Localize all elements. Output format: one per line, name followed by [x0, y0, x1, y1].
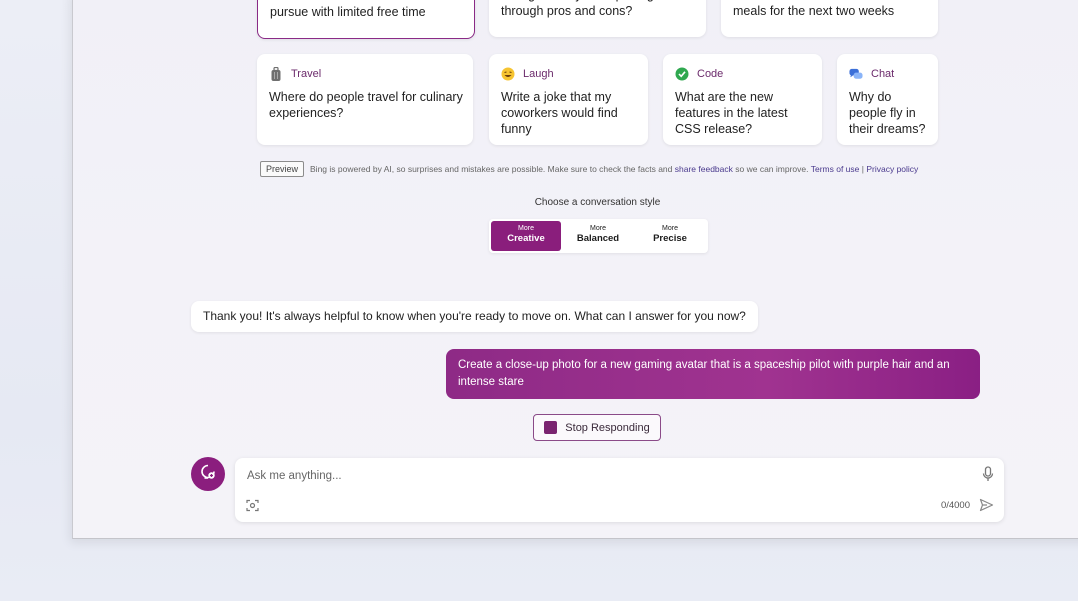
suggestion-category: Code [697, 68, 724, 80]
stop-responding-button[interactable]: Stop Responding [533, 414, 661, 441]
style-option-small: More [662, 225, 678, 232]
suggestion-card-top-2[interactable]: change. Can you help me go through pros … [489, 0, 706, 37]
suggestion-text: meals for the next two weeks [733, 4, 895, 18]
bot-message: Thank you! It's always helpful to know w… [191, 301, 758, 332]
suggestion-card-code[interactable]: Code What are the new features in the la… [663, 54, 822, 145]
chat-input-box: 0/4000 [235, 458, 1004, 522]
suggestion-category: Laugh [523, 68, 554, 80]
suggestion-card-travel[interactable]: Travel Where do people travel for culina… [257, 54, 473, 145]
suggestion-card-laugh[interactable]: Laugh Write a joke that my coworkers wou… [489, 54, 648, 145]
style-option-balanced[interactable]: More Balanced [563, 221, 633, 251]
send-icon[interactable] [979, 498, 994, 517]
suggestion-text: Why do people fly in their dreams? [849, 90, 926, 136]
microphone-icon[interactable] [982, 466, 994, 487]
style-option-large: Precise [653, 233, 687, 244]
luggage-icon [269, 66, 283, 81]
style-option-large: Creative [507, 233, 545, 244]
suggestion-card-top-1[interactable]: pursue with limited free time [257, 0, 475, 39]
style-option-small: More [518, 225, 534, 232]
stop-icon [544, 421, 558, 434]
suggestion-card-top-3[interactable]: meals for the next two weeks [721, 0, 938, 37]
disclaimer-text-after: so we can improve. [735, 164, 809, 174]
user-message: Create a close-up photo for a new gaming… [446, 349, 980, 399]
style-option-creative[interactable]: More Creative [491, 221, 561, 251]
chat-bubbles-icon [849, 67, 863, 81]
suggestion-text: pursue with limited free time [270, 5, 426, 19]
suggestion-text: change. Can you help me go through pros … [501, 0, 661, 18]
character-counter: 0/4000 [940, 500, 970, 511]
stop-responding-label: Stop Responding [565, 421, 650, 434]
suggestion-card-chat[interactable]: Chat Why do people fly in their dreams? [837, 54, 938, 145]
checkmark-code-icon [675, 67, 689, 81]
conversation-style-label: Choose a conversation style [534, 197, 661, 208]
image-scan-icon[interactable] [246, 499, 259, 517]
link-separator: | [861, 164, 864, 174]
suggestion-category: Chat [871, 68, 895, 80]
suggestion-text: Write a joke that my coworkers would fin… [501, 90, 618, 136]
style-option-large: Balanced [576, 233, 620, 244]
share-feedback-link[interactable]: share feedback [675, 164, 733, 174]
suggestion-text: Where do people travel for culinary expe… [269, 90, 463, 120]
broom-chat-icon [199, 463, 217, 486]
new-topic-button[interactable] [191, 457, 225, 491]
ai-disclaimer: Preview Bing is powered by AI, so surpri… [260, 161, 918, 177]
preview-badge: Preview [260, 161, 305, 177]
style-option-precise[interactable]: More Precise [635, 221, 705, 251]
laughing-emoji-icon [501, 67, 515, 81]
style-option-small: More [590, 225, 606, 232]
conversation-style-toggle: More Creative More Balanced More Precise [489, 219, 708, 253]
chat-input[interactable] [245, 466, 949, 486]
disclaimer-text: Bing is powered by AI, so surprises and … [310, 164, 673, 174]
suggestion-text: What are the new features in the latest … [675, 90, 788, 136]
privacy-policy-link[interactable]: Privacy policy [866, 164, 918, 174]
suggestion-category: Travel [291, 68, 322, 80]
terms-of-use-link[interactable]: Terms of use [811, 164, 860, 174]
